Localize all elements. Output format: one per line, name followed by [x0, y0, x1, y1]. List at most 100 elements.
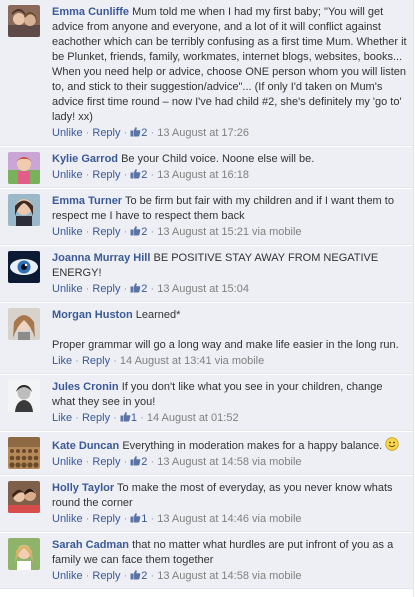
- separator-dot: ·: [123, 226, 128, 238]
- separator-dot: ·: [150, 127, 155, 139]
- comment-author[interactable]: Emma Cunliffe: [52, 6, 129, 18]
- like-count[interactable]: 2: [130, 570, 147, 582]
- avatar[interactable]: [8, 308, 40, 340]
- avatar[interactable]: [8, 380, 40, 412]
- unlike-link[interactable]: Unlike: [52, 169, 83, 181]
- reply-link[interactable]: Reply: [92, 570, 120, 582]
- separator-dot: ·: [140, 412, 144, 424]
- like-count[interactable]: 2: [130, 456, 147, 468]
- reply-link[interactable]: Reply: [92, 127, 120, 139]
- comment-author[interactable]: Emma Turner: [52, 195, 122, 207]
- comment-actions: Unlike · Reply · 2 · 13 August at 14:58 …: [52, 569, 407, 584]
- separator-dot: ·: [85, 226, 90, 238]
- comment-item: Emma Cunliffe Mum told me when I had my …: [0, 0, 413, 146]
- separator-dot: ·: [123, 283, 128, 295]
- separator-dot: ·: [85, 169, 90, 181]
- comment-text: Everything in moderation makes for a hap…: [122, 440, 383, 452]
- reply-link[interactable]: Reply: [92, 456, 120, 468]
- reply-link[interactable]: Reply: [92, 169, 120, 181]
- comment-author[interactable]: Joanna Murray Hill: [52, 252, 150, 264]
- avatar[interactable]: [8, 251, 40, 283]
- comment-item: Jules Cronin If you don't like what you …: [0, 375, 413, 431]
- comment-actions: Unlike · Reply · 2 · 13 August at 16:18: [52, 168, 407, 183]
- separator-dot: ·: [85, 127, 90, 139]
- separator-dot: ·: [75, 355, 79, 367]
- timestamp[interactable]: 13 August at 14:58: [157, 456, 249, 468]
- like-count[interactable]: 1: [130, 513, 147, 525]
- comment-item: Joanna Murray Hill BE POSITIVE STAY AWAY…: [0, 246, 413, 302]
- comment-item: Sarah Cadman that no matter what hurdles…: [0, 533, 413, 589]
- separator-dot: ·: [123, 513, 128, 525]
- separator-dot: ·: [150, 226, 155, 238]
- comment-author[interactable]: Sarah Cadman: [52, 539, 129, 551]
- via-mobile: via mobile: [252, 456, 302, 468]
- timestamp[interactable]: 14 August at 01:52: [147, 412, 239, 424]
- separator-dot: ·: [123, 570, 128, 582]
- comment-actions: Like · Reply · 1 · 14 August at 01:52: [52, 411, 407, 426]
- unlike-link[interactable]: Unlike: [52, 127, 83, 139]
- unlike-link[interactable]: Unlike: [52, 570, 83, 582]
- avatar[interactable]: [8, 437, 40, 469]
- separator-dot: ·: [150, 513, 155, 525]
- separator-dot: ·: [123, 456, 128, 468]
- avatar[interactable]: [8, 194, 40, 226]
- comment-author[interactable]: Holly Taylor: [52, 482, 114, 494]
- separator-dot: ·: [85, 283, 90, 295]
- separator-dot: ·: [150, 570, 155, 582]
- comment-actions: Unlike · Reply · 2 · 13 August at 15:21 …: [52, 225, 407, 240]
- comment-actions: Unlike · Reply · 1 · 13 August at 14:46 …: [52, 512, 407, 527]
- timestamp[interactable]: 13 August at 15:21: [157, 226, 249, 238]
- avatar[interactable]: [8, 5, 40, 37]
- thumbs-up-icon: [130, 455, 141, 466]
- timestamp[interactable]: 13 August at 15:04: [157, 283, 249, 295]
- timestamp[interactable]: 13 August at 16:18: [157, 169, 249, 181]
- reply-link[interactable]: Reply: [92, 513, 120, 525]
- separator-dot: ·: [85, 570, 90, 582]
- thumbs-up-icon: [120, 411, 131, 422]
- avatar[interactable]: [8, 481, 40, 513]
- like-link[interactable]: Like: [52, 355, 72, 367]
- comment-actions: Unlike · Reply · 2 · 13 August at 15:04: [52, 282, 407, 297]
- like-count[interactable]: 1: [120, 412, 137, 424]
- reply-link[interactable]: Reply: [82, 412, 110, 424]
- timestamp[interactable]: 13 August at 14:46: [157, 513, 249, 525]
- thumbs-up-icon: [130, 225, 141, 236]
- thumbs-up-icon: [130, 168, 141, 179]
- via-mobile: via mobile: [252, 513, 302, 525]
- comment-author[interactable]: Kate Duncan: [52, 440, 119, 452]
- smiley-emoji: [385, 437, 399, 451]
- via-mobile: via mobile: [252, 570, 302, 582]
- avatar[interactable]: [8, 538, 40, 570]
- reply-link[interactable]: Reply: [92, 283, 120, 295]
- unlike-link[interactable]: Unlike: [52, 513, 83, 525]
- like-count[interactable]: 2: [130, 226, 147, 238]
- like-count[interactable]: 2: [130, 127, 147, 139]
- comment-item: Morgan Huston Learned* Proper grammar wi…: [0, 303, 413, 374]
- separator-dot: ·: [123, 169, 128, 181]
- comment-actions: Unlike · Reply · 2 · 13 August at 17:26: [52, 126, 407, 141]
- thumbs-up-icon: [130, 512, 141, 523]
- like-count[interactable]: 2: [130, 169, 147, 181]
- comment-item: Holly Taylor To make the most of everyda…: [0, 476, 413, 532]
- like-count[interactable]: 2: [130, 283, 147, 295]
- comment-text: Mum told me when I had my first baby; "Y…: [52, 6, 407, 123]
- thumbs-up-icon: [130, 282, 141, 293]
- comment-text: Learned*: [135, 309, 181, 321]
- timestamp[interactable]: 13 August at 14:58: [157, 570, 249, 582]
- unlike-link[interactable]: Unlike: [52, 283, 83, 295]
- comment-list: Emma Cunliffe Mum told me when I had my …: [0, 0, 414, 597]
- unlike-link[interactable]: Unlike: [52, 456, 83, 468]
- reply-link[interactable]: Reply: [92, 226, 120, 238]
- reply-link[interactable]: Reply: [82, 355, 110, 367]
- comment-author[interactable]: Jules Cronin: [52, 381, 119, 393]
- comment-actions: Like · Reply · 14 August at 13:41 via mo…: [52, 354, 407, 369]
- timestamp[interactable]: 13 August at 17:26: [157, 127, 249, 139]
- separator-dot: ·: [113, 355, 117, 367]
- comment-author[interactable]: Kylie Garrod: [52, 153, 118, 165]
- avatar[interactable]: [8, 152, 40, 184]
- like-link[interactable]: Like: [52, 412, 72, 424]
- timestamp[interactable]: 14 August at 13:41: [120, 355, 212, 367]
- unlike-link[interactable]: Unlike: [52, 226, 83, 238]
- comment-actions: Unlike · Reply · 2 · 13 August at 14:58 …: [52, 455, 407, 470]
- comment-author[interactable]: Morgan Huston: [52, 309, 133, 321]
